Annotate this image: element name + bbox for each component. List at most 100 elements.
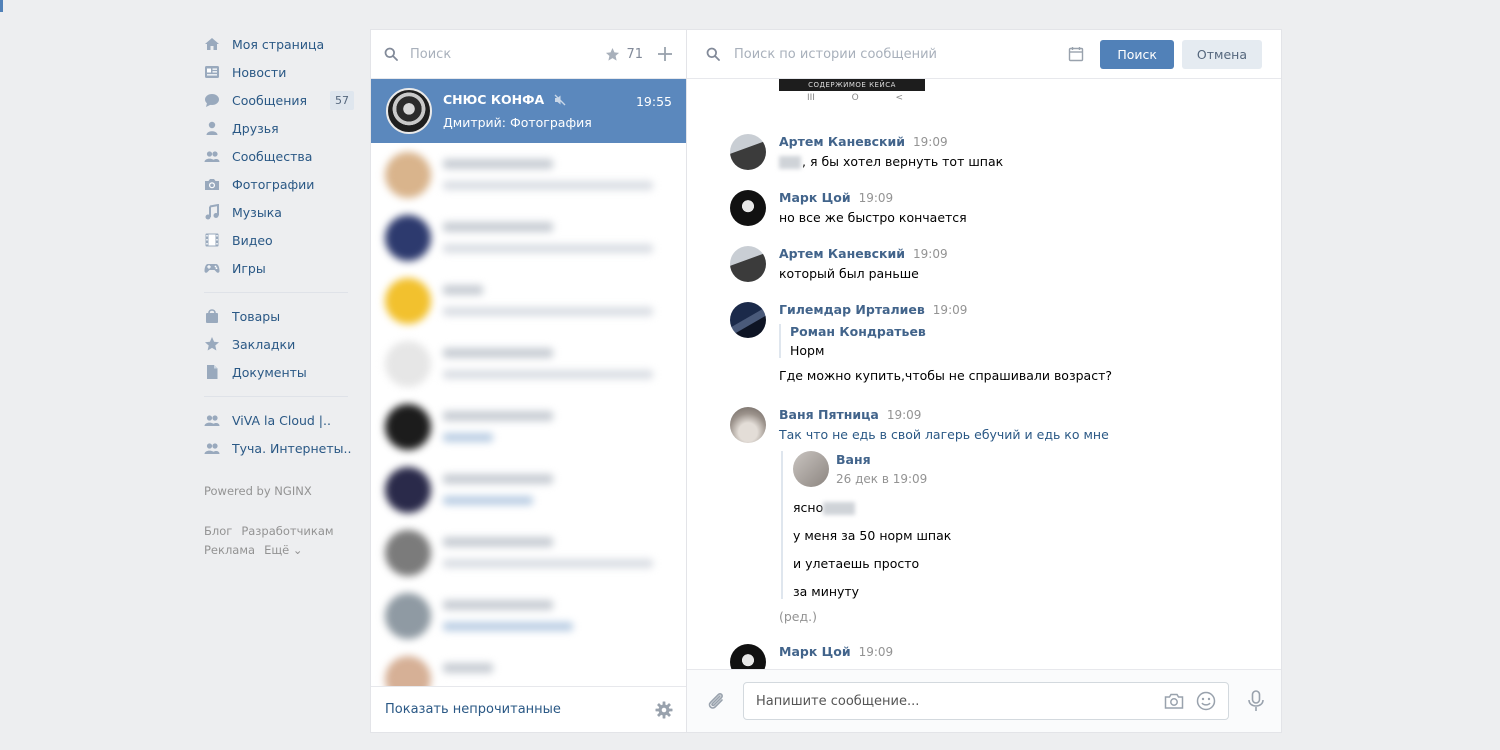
dialog-item[interactable] [371, 269, 686, 332]
message-author[interactable]: Марк Цой [779, 190, 851, 205]
quote-text: Норм [790, 343, 825, 358]
message: Артем Каневский 19:09 , я бы хотел вернут… [730, 134, 1249, 170]
emoji-smile-icon[interactable] [1196, 691, 1216, 711]
message-time: 19:09 [913, 135, 948, 149]
message-time: 19:09 [932, 303, 968, 317]
forwarded-text: ясно [793, 500, 824, 515]
message-author[interactable]: Гилемдар Ирталиев [779, 302, 925, 317]
dialog-time: 19:55 [635, 94, 672, 109]
image-caption: СОДЕРЖИМОЕ КЕЙСА [808, 81, 896, 89]
dialog-search-input[interactable]: Поиск [410, 47, 605, 62]
nav-item-friends[interactable]: Друзья [204, 114, 354, 142]
message-author[interactable]: Артем Каневский [779, 246, 905, 261]
nav-label: Сообщения [232, 92, 308, 108]
redacted-word [823, 502, 856, 515]
star-icon [204, 336, 220, 352]
phone-nav-recent: III [807, 93, 815, 103]
music-icon [204, 204, 220, 220]
group-icon [204, 440, 220, 456]
nav-label: Товары [232, 308, 281, 324]
dialog-item-active[interactable]: СНЮС КОНФА Дмитрий: Фотография 19:55 [371, 79, 686, 143]
image-attachment[interactable]: СОДЕРЖИМОЕ КЕЙСА [779, 79, 925, 91]
nav-label: Туча. Интернеты.. [232, 440, 352, 456]
message-input-placeholder: Напишите сообщение... [756, 693, 920, 709]
nav-label: Закладки [232, 336, 296, 352]
dialog-item[interactable] [371, 395, 686, 458]
footer-link-blog[interactable]: Блог [204, 524, 232, 538]
nav-item-group-tucha[interactable]: Туча. Интернеты.. [204, 434, 354, 462]
left-nav: Моя страница Новости Сообщения 57 Друзья… [204, 30, 354, 560]
dialog-item[interactable] [371, 521, 686, 584]
footer-link-ads[interactable]: Реклама [204, 543, 255, 557]
history-search-input[interactable]: Поиск по истории сообщений [734, 47, 1068, 62]
messages-icon [204, 92, 220, 108]
camera-icon [204, 176, 220, 192]
message-input[interactable]: Напишите сообщение... [743, 682, 1229, 720]
calendar-icon[interactable] [1068, 46, 1084, 62]
dialog-item[interactable] [371, 458, 686, 521]
dialog-item[interactable] [371, 332, 686, 395]
paperclip-icon[interactable] [705, 690, 727, 712]
chat-panel: Поиск по истории сообщений Поиск Отмена … [687, 29, 1282, 733]
message-author[interactable]: Марк Цой [779, 644, 851, 659]
avatar[interactable] [730, 134, 766, 170]
forwarded-text: за минуту [793, 584, 860, 599]
phone-nav-back: < [895, 93, 903, 103]
dialog-search-bar: Поиск 71 [371, 30, 686, 79]
cancel-button[interactable]: Отмена [1181, 39, 1262, 69]
avatar [386, 88, 432, 134]
microphone-icon[interactable] [1247, 690, 1265, 712]
avatar[interactable] [730, 190, 766, 226]
avatar[interactable] [730, 246, 766, 282]
dialog-item[interactable] [371, 206, 686, 269]
history-search-bar: Поиск по истории сообщений Поиск Отмена [687, 30, 1281, 79]
nav-label: ViVA la Cloud |.. [232, 412, 331, 428]
nav-item-goods[interactable]: Товары [204, 302, 354, 330]
nav-item-group-viva[interactable]: ViVA la Cloud |.. [204, 406, 354, 434]
message-composer: Напишите сообщение... [687, 669, 1281, 732]
nav-divider [204, 396, 348, 397]
show-unread-link[interactable]: Показать непрочитанные [385, 702, 561, 717]
footer-link-developers[interactable]: Разработчикам [241, 524, 333, 538]
forwarded-message[interactable]: Ваня 26 дек в 19:09 ясно у меня за 50 но… [781, 451, 1249, 599]
nav-item-video[interactable]: Видео [204, 226, 354, 254]
dialog-item[interactable] [371, 143, 686, 206]
nav-item-documents[interactable]: Документы [204, 358, 354, 386]
forwarded-text: и улетаешь просто [793, 556, 920, 571]
nav-item-games[interactable]: Игры [204, 254, 354, 282]
nav-item-news[interactable]: Новости [204, 58, 354, 86]
avatar[interactable] [730, 644, 766, 671]
avatar[interactable] [730, 302, 766, 338]
footer-link-more[interactable]: Ещё ⌄ [264, 543, 302, 557]
message-author[interactable]: Ваня Пятница [779, 407, 879, 422]
avatar[interactable] [730, 407, 766, 443]
star-icon[interactable] [605, 47, 620, 62]
nav-label: Новости [232, 64, 287, 80]
forwarded-text: у меня за 50 норм шпак [793, 528, 952, 543]
dialog-item[interactable] [371, 584, 686, 647]
nav-item-photos[interactable]: Фотографии [204, 170, 354, 198]
nav-item-groups[interactable]: Сообщества [204, 142, 354, 170]
reply-quote[interactable]: Роман Кондратьев Норм [779, 324, 1249, 358]
camera-icon[interactable] [1164, 692, 1184, 710]
nav-item-bookmarks[interactable]: Закладки [204, 330, 354, 358]
settings-gear-icon[interactable] [655, 701, 673, 719]
nav-item-music[interactable]: Музыка [204, 198, 354, 226]
nav-label: Фотографии [232, 176, 315, 192]
search-button[interactable]: Поиск [1100, 39, 1174, 69]
edited-label: (ред.) [779, 609, 817, 624]
nav-item-messages[interactable]: Сообщения 57 [204, 86, 354, 114]
avatar[interactable] [793, 451, 829, 487]
message: Артем Каневский 19:09 который был раньше [730, 246, 1249, 282]
document-icon [204, 364, 220, 380]
nav-label: Видео [232, 232, 273, 248]
message-author[interactable]: Артем Каневский [779, 134, 905, 149]
video-icon [204, 232, 220, 248]
nav-item-my-page[interactable]: Моя страница [204, 30, 354, 58]
footer-links: Блог Разработчикам Реклама Ещё ⌄ [204, 522, 354, 560]
forwarded-author[interactable]: Ваня [836, 452, 927, 467]
phone-nav-home: O [851, 93, 859, 103]
nav-label: Друзья [232, 120, 279, 136]
new-chat-plus-icon[interactable] [657, 46, 673, 62]
message: Марк Цой 19:09 [730, 644, 1249, 671]
